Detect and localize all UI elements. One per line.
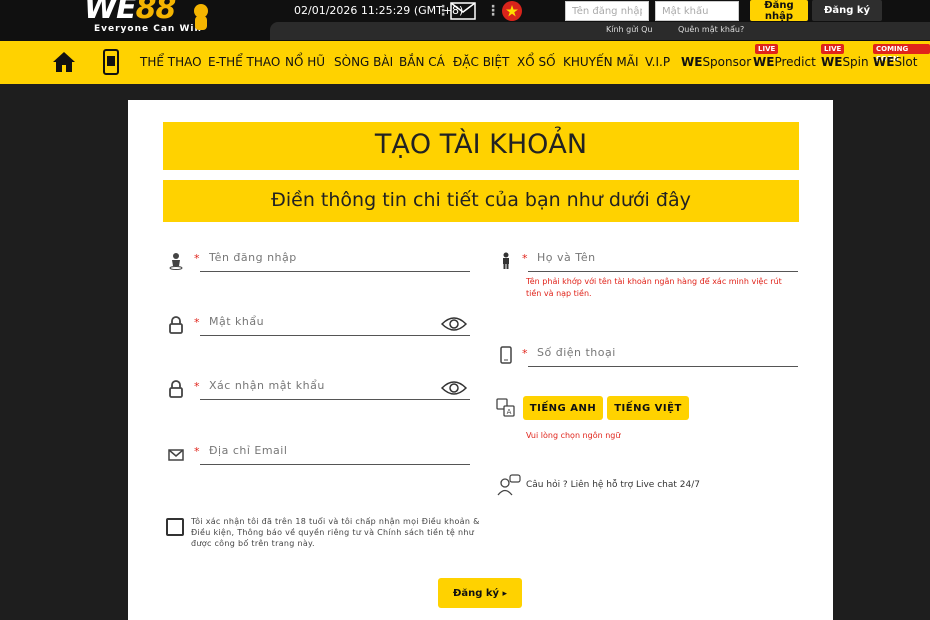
nav-item-casino[interactable]: SÒNG BÀI [334,55,393,69]
page-title: TẠO TÀI KHOẢN [163,122,799,170]
forgot-password-link[interactable]: Quên mật khẩu? [678,25,744,34]
registration-card: TẠO TÀI KHOẢN Điền thông tin chi tiết củ… [128,100,833,620]
header-username-input[interactable] [565,1,649,21]
coming-soon-badge: COMING SOON [873,44,930,63]
more-icon[interactable]: ⋮ [486,3,500,19]
nav-item-fishing[interactable]: BẮN CÁ [399,55,445,69]
email-input[interactable] [200,441,470,465]
mail-icon[interactable] [450,2,476,20]
header-password-input[interactable] [655,1,739,21]
terms-checkbox[interactable] [166,518,184,536]
full-name-hint: Tên phải khớp với tên tài khoản ngân hàn… [526,277,782,298]
nav-item-esports[interactable]: E-THỂ THAO [208,55,280,69]
logo[interactable]: WE88 Everyone Can Win [70,0,220,40]
nav-item-vip[interactable]: V.I.P [645,55,670,69]
nav-item-special[interactable]: ĐẶC BIỆT [453,55,509,69]
nav-item-weslot[interactable]: WESlot [873,55,917,69]
required-mark: * [194,252,200,265]
page-subtitle: Điền thông tin chi tiết của bạn như dưới… [163,180,799,222]
password-input[interactable] [200,312,470,336]
nav-item-lottery[interactable]: XỔ SỐ [517,55,556,69]
person-icon [503,252,509,269]
confirm-password-input[interactable] [200,376,470,400]
translate-icon: A [496,398,515,417]
required-mark: * [194,445,200,458]
main-nav: THỂ THAO E-THỂ THAO NỔ HŨ SÒNG BÀI BẮN C… [0,41,930,84]
language-hint: Vui lòng chọn ngôn ngữ [526,431,621,440]
login-button[interactable]: Đăng nhập [750,0,808,22]
terms-text: Tôi xác nhận tôi đã trên 18 tuổi và tôi … [191,517,480,548]
lock-icon [169,316,183,334]
required-mark: * [522,347,528,360]
nav-item-wepredict[interactable]: WEPredict [753,55,816,69]
full-name-input[interactable] [528,248,798,272]
more-icon[interactable]: ⋮ [436,3,450,19]
nav-item-promotions[interactable]: KHUYẾN MÃI [563,55,638,69]
support-text[interactable]: Câu hỏi ? Liên hệ hỗ trợ Live chat 24/7 [526,480,700,490]
nav-item-wesponsor[interactable]: WESponsor [681,55,751,69]
mobile-app-icon[interactable] [101,49,121,75]
lock-icon [169,380,183,398]
svg-text:A: A [507,408,512,416]
required-mark: * [194,380,200,393]
live-badge: LIVE [755,44,779,54]
header-register-button[interactable]: Đăng ký [812,0,882,21]
ticker-text: Kính gửi Qu [606,25,653,34]
announcement-ticker: Kính gửi Qu Quên mật khẩu? [270,22,930,40]
mascot-icon [194,4,208,30]
nav-item-slots[interactable]: NỔ HŨ [285,55,325,69]
eye-icon[interactable] [441,316,467,332]
required-mark: * [522,252,528,265]
required-mark: * [194,316,200,329]
logo-wordmark: WE88 [84,0,176,26]
logo-tagline: Everyone Can Win [94,24,202,34]
live-badge: LIVE [821,44,845,54]
phone-icon [500,346,512,364]
username-input[interactable] [200,248,470,272]
home-icon[interactable] [52,50,76,74]
vietnam-flag-icon[interactable] [502,1,522,21]
nav-item-wespin[interactable]: WESpin [821,55,869,69]
phone-input[interactable] [528,343,798,367]
email-icon [168,449,184,461]
eye-icon[interactable] [441,380,467,396]
language-vietnamese-button[interactable]: TIẾNG VIỆT [607,396,689,420]
language-english-button[interactable]: TIẾNG ANH [523,396,603,420]
live-chat-icon[interactable] [497,474,521,496]
submit-register-button[interactable]: Đăng ký ▸ [438,578,522,608]
user-icon [169,253,183,270]
nav-item-sports[interactable]: THỂ THAO [140,55,202,69]
top-bar: WE88 Everyone Can Win 02/01/2026 11:25:2… [0,0,930,41]
arrow-right-icon: ▸ [502,588,508,599]
